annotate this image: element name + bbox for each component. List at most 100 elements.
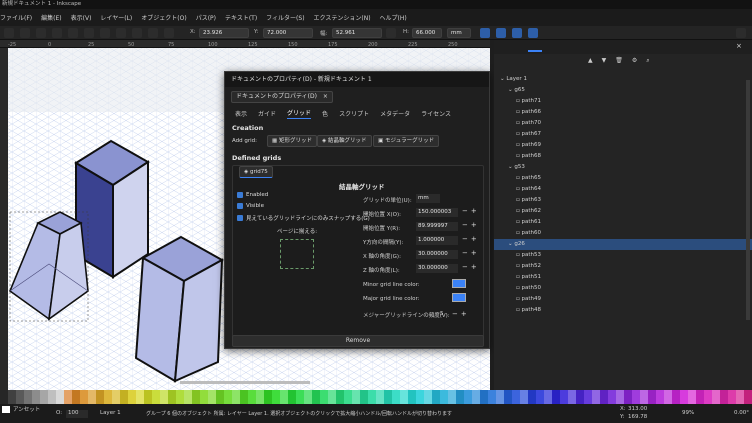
layer-tree-path-item[interactable]: ▫ path61: [494, 217, 752, 228]
axonometric-grid-button[interactable]: ◈ 結晶軸グリッド: [317, 135, 372, 147]
palette-swatch[interactable]: [576, 390, 584, 404]
menu-text[interactable]: テキスト(T): [225, 13, 257, 22]
layer-tree-group-item[interactable]: ⌄ g65: [494, 85, 752, 96]
palette-swatch[interactable]: [536, 390, 544, 404]
palette-swatch[interactable]: [208, 390, 216, 404]
unit-select[interactable]: mm: [447, 28, 471, 38]
palette-swatch[interactable]: [384, 390, 392, 404]
palette-swatch[interactable]: [368, 390, 376, 404]
palette-swatch[interactable]: [728, 390, 736, 404]
spacing-y-stepper[interactable]: −+: [462, 235, 480, 243]
palette-swatch[interactable]: [584, 390, 592, 404]
grid75-tab[interactable]: ◈ grid75: [239, 166, 273, 178]
palette-swatch[interactable]: [472, 390, 480, 404]
palette-swatch[interactable]: [624, 390, 632, 404]
tab-guides[interactable]: ガイド: [258, 109, 276, 118]
prism-shape[interactable]: [134, 235, 225, 383]
menu-file[interactable]: ファイル(F): [0, 13, 32, 22]
palette-swatch[interactable]: [592, 390, 600, 404]
major-frequency-stepper[interactable]: −+: [452, 310, 470, 318]
angle-x-stepper[interactable]: −+: [462, 249, 480, 257]
layer-tree-group-item[interactable]: ⌄ g53: [494, 162, 752, 173]
palette-swatch[interactable]: [128, 390, 136, 404]
palette-swatch[interactable]: [232, 390, 240, 404]
palette-swatch[interactable]: [312, 390, 320, 404]
palette-swatch[interactable]: [272, 390, 280, 404]
palette-swatch[interactable]: [648, 390, 656, 404]
palette-swatch[interactable]: [704, 390, 712, 404]
menu-help[interactable]: ヘルプ(H): [380, 13, 407, 22]
palette-swatch[interactable]: [736, 390, 744, 404]
palette-swatch[interactable]: [320, 390, 328, 404]
palette-swatch[interactable]: [520, 390, 528, 404]
palette-swatch[interactable]: [712, 390, 720, 404]
palette-swatch[interactable]: [616, 390, 624, 404]
layer-tree-path-item[interactable]: ▫ path50: [494, 283, 752, 294]
move-gradients-icon[interactable]: [512, 28, 522, 38]
lock-icon[interactable]: [386, 28, 396, 38]
palette-swatch[interactable]: [264, 390, 272, 404]
palette-swatch[interactable]: [328, 390, 336, 404]
palette-swatch[interactable]: [544, 390, 552, 404]
flip-v-icon[interactable]: [84, 28, 94, 38]
remove-grid-button[interactable]: Remove: [232, 335, 484, 347]
palette-swatch[interactable]: [608, 390, 616, 404]
palette-swatch[interactable]: [672, 390, 680, 404]
palette-swatch[interactable]: [344, 390, 352, 404]
menu-layer[interactable]: レイヤー(L): [100, 13, 132, 22]
close-icon[interactable]: ×: [323, 93, 328, 100]
palette-swatch[interactable]: [8, 390, 16, 404]
select-all-icon[interactable]: [4, 28, 14, 38]
enabled-checkbox[interactable]: Enabled: [237, 192, 268, 198]
menu-filters[interactable]: フィルター(S): [266, 13, 304, 22]
palette-swatch[interactable]: [744, 390, 752, 404]
panel-scrollbar[interactable]: [746, 80, 750, 320]
palette-swatch[interactable]: [480, 390, 488, 404]
opacity-input[interactable]: 100: [66, 410, 88, 418]
minor-color-swatch[interactable]: [452, 279, 466, 288]
origin-x-stepper[interactable]: −+: [462, 207, 480, 215]
layer-tree-path-item[interactable]: ▫ path51: [494, 272, 752, 283]
palette-swatch[interactable]: [256, 390, 264, 404]
angle-z-input[interactable]: 30.000000: [416, 264, 458, 273]
h-input[interactable]: 66.000: [412, 28, 442, 38]
palette-swatch[interactable]: [640, 390, 648, 404]
palette-swatch[interactable]: [288, 390, 296, 404]
palette-swatch[interactable]: [656, 390, 664, 404]
palette-swatch[interactable]: [160, 390, 168, 404]
zoom-input[interactable]: 99%: [682, 410, 694, 416]
angle-x-input[interactable]: 30.000000: [416, 250, 458, 259]
palette-swatch[interactable]: [360, 390, 368, 404]
palette-swatch[interactable]: [432, 390, 440, 404]
canvas-h-scrollbar[interactable]: [180, 381, 310, 384]
tab-license[interactable]: ライセンス: [421, 109, 451, 118]
palette-swatch[interactable]: [112, 390, 120, 404]
transform-icon[interactable]: [612, 42, 622, 52]
palette-swatch[interactable]: [448, 390, 456, 404]
palette-swatch[interactable]: [488, 390, 496, 404]
palette-swatch[interactable]: [304, 390, 312, 404]
palette-swatch[interactable]: [552, 390, 560, 404]
rotate-cw-icon[interactable]: [52, 28, 62, 38]
origin-y-stepper[interactable]: −+: [462, 221, 480, 229]
dialog-tab[interactable]: ドキュメントのプロパティ(D) ×: [231, 91, 333, 103]
scale-stroke-icon[interactable]: [480, 28, 490, 38]
w-input[interactable]: 52.961: [332, 28, 382, 38]
menu-view[interactable]: 表示(V): [71, 13, 92, 22]
palette-swatch[interactable]: [504, 390, 512, 404]
fill-indicator[interactable]: [2, 406, 10, 413]
major-frequency-input[interactable]: 5: [440, 311, 444, 317]
fill-stroke-tab-icon[interactable]: [556, 42, 566, 52]
tab-display[interactable]: 表示: [235, 109, 247, 118]
palette-swatch[interactable]: [392, 390, 400, 404]
layer-tree-path-item[interactable]: ▫ path48: [494, 305, 752, 316]
palette-swatch[interactable]: [696, 390, 704, 404]
palette-swatch[interactable]: [416, 390, 424, 404]
palette-swatch[interactable]: [224, 390, 232, 404]
origin-y-input[interactable]: 89.999997: [416, 222, 458, 231]
palette-swatch[interactable]: [720, 390, 728, 404]
palette-swatch[interactable]: [120, 390, 128, 404]
palette-swatch[interactable]: [296, 390, 304, 404]
palette-swatch[interactable]: [0, 390, 8, 404]
snap-visible-checkbox[interactable]: 見えているグリッドラインにのみスナップする(G): [237, 214, 370, 222]
